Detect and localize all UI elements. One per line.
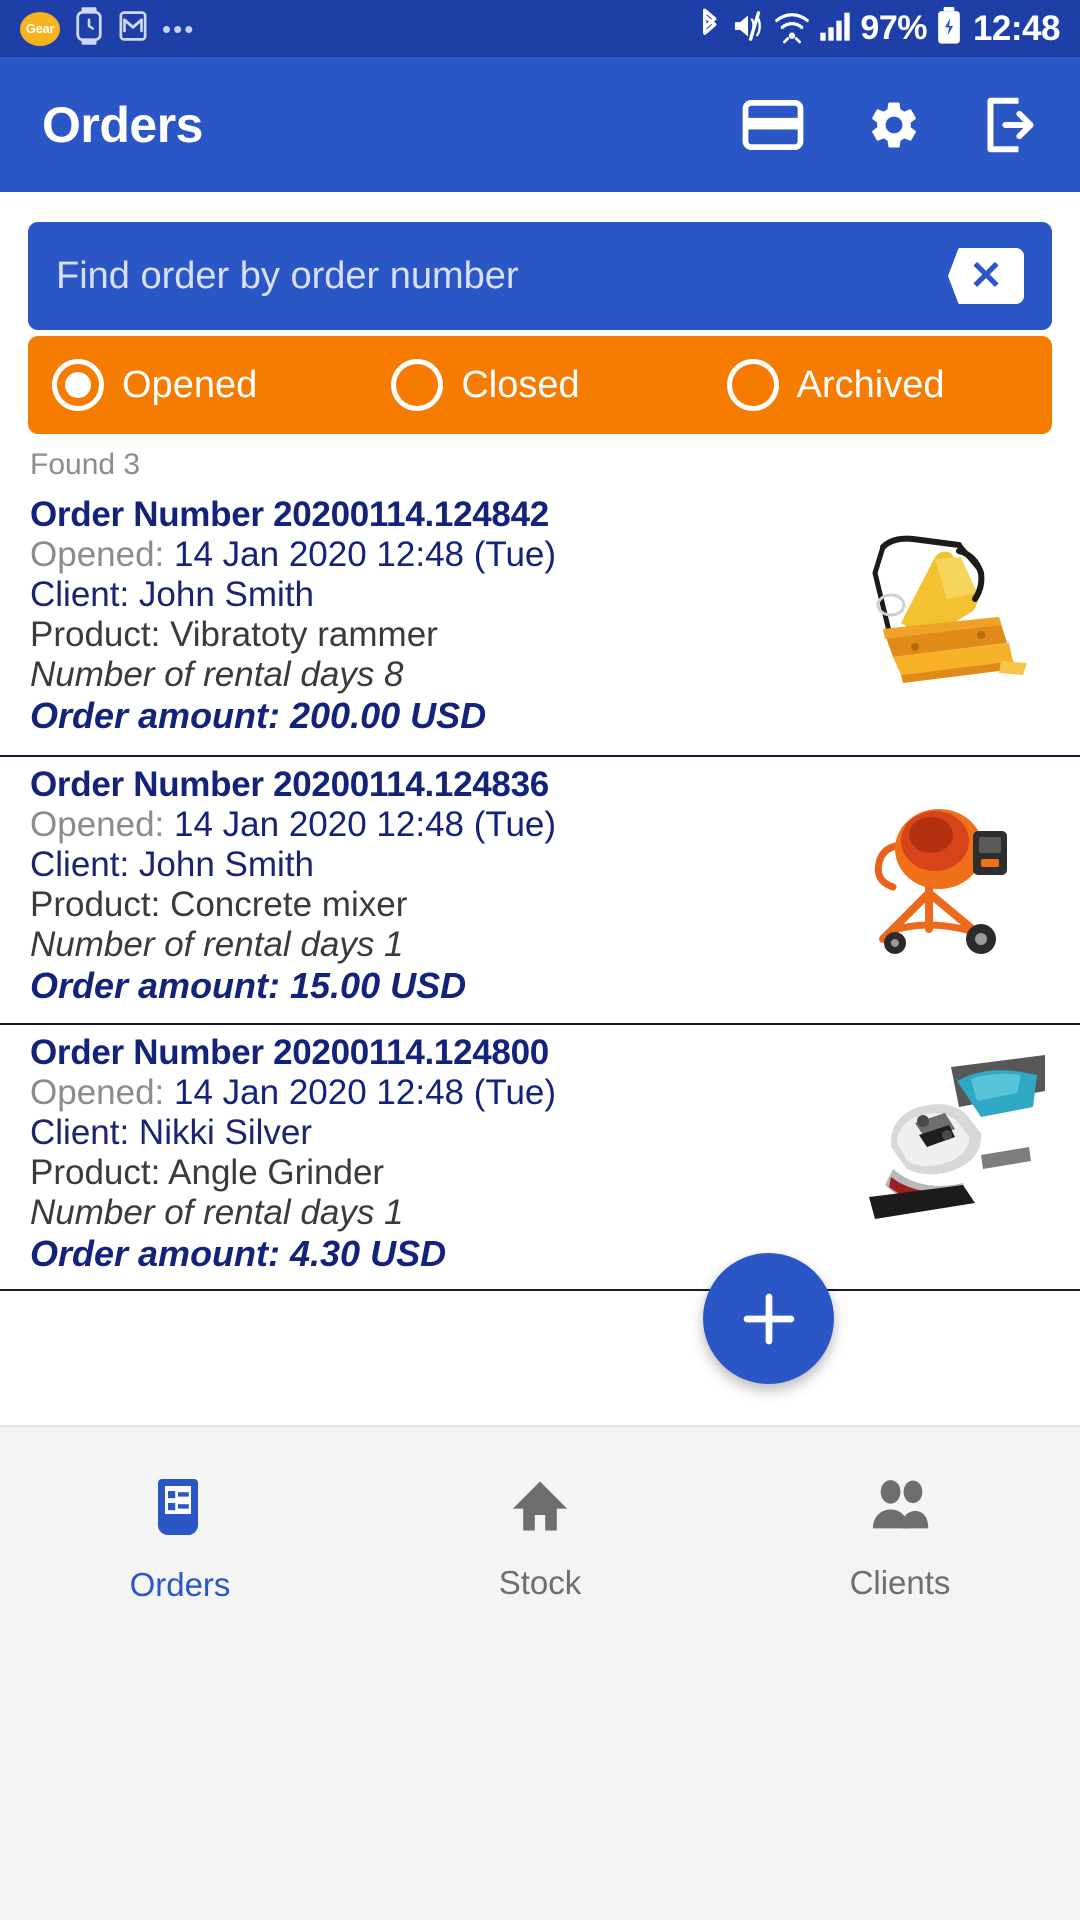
status-bar-left-icons: Gear ••• [20,7,195,50]
radio-option-archived[interactable]: Archived [717,359,1052,411]
exit-icon[interactable] [984,97,1038,153]
order-number: Order Number 20200114.124842 [30,495,549,534]
table-row[interactable]: Order Number 20200114.124842 Opened: 14 … [0,487,1080,755]
nav-item-stock[interactable]: Stock [360,1475,720,1602]
battery-percent-label: 97% [860,9,927,47]
card-icon[interactable] [742,99,804,150]
gear-badge-icon: Gear [20,11,60,46]
battery-icon [936,7,962,50]
order-product: Product: Angle Grinder [30,1152,385,1192]
people-icon [867,1475,933,1542]
order-number: Order Number 20200114.124800 [30,1033,549,1072]
order-opened-value: 14 Jan 2020 12:48 (Tue) [174,534,557,574]
order-opened-value: 14 Jan 2020 12:48 (Tue) [174,804,557,844]
radio-closed-label: Closed [461,363,580,406]
clear-search-button[interactable]: ✕ [948,248,1024,304]
signal-icon [819,9,851,48]
app-bar-actions [742,97,1038,153]
order-opened-row: Opened: 14 Jan 2020 12:48 (Tue) [30,1073,690,1113]
radio-closed-icon[interactable] [391,359,444,411]
bluetooth-icon [696,6,722,51]
clock-label: 12:48 [972,8,1061,48]
app-screen: Gear ••• 97% 12:48 Orders Find order by … [0,0,1080,1920]
order-product: Product: Vibratoty rammer [30,614,438,654]
orders-list: Order Number 20200114.124842 Opened: 14 … [0,487,1080,1291]
orders-receipt-icon [149,1475,211,1544]
order-details: Order Number 20200114.124836 Opened: 14 … [30,765,690,1008]
overflow-dots-icon: ••• [162,13,196,44]
mute-icon [731,8,765,49]
order-amount: Order amount: 200.00 USD [30,695,487,737]
watch-icon [74,7,104,50]
radio-option-opened[interactable]: Opened [28,359,377,411]
order-opened-label: Opened: [30,1072,165,1112]
nav-item-clients[interactable]: Clients [720,1475,1080,1602]
order-details: Order Number 20200114.124842 Opened: 14 … [30,495,690,738]
gear-icon[interactable] [866,97,922,153]
concrete-mixer-image [831,783,1046,968]
nav-label-orders: Orders [129,1566,231,1603]
gmail-icon [118,9,148,48]
nav-item-orders[interactable]: Orders [0,1475,360,1604]
home-icon [509,1475,571,1542]
radio-opened-label: Opened [122,363,258,406]
order-rental-days: Number of rental days 1 [30,924,404,964]
radio-archived-icon[interactable] [726,359,779,411]
page-title: Orders [42,96,203,153]
status-bar-right-icons: 97% 12:48 [696,6,1061,51]
radio-option-closed[interactable]: Closed [377,359,716,411]
order-rental-days: Number of rental days 8 [30,654,404,694]
angle-grinder-image [831,1051,1046,1236]
nav-label-clients: Clients [849,1564,951,1601]
order-number: Order Number 20200114.124836 [30,765,549,804]
order-opened-row: Opened: 14 Jan 2020 12:48 (Tue) [30,805,690,845]
search-bar[interactable]: Find order by order number ✕ [28,222,1052,330]
radio-opened-icon[interactable] [52,359,104,411]
order-amount: Order amount: 15.00 USD [30,965,467,1007]
table-row[interactable]: Order Number 20200114.124836 Opened: 14 … [0,755,1080,1023]
order-amount: Order amount: 4.30 USD [30,1233,447,1275]
radio-opened-dot [65,372,91,398]
order-product: Product: Concrete mixer [30,884,408,924]
order-opened-label: Opened: [30,534,165,574]
radio-archived-label: Archived [796,363,945,406]
order-client: Client: John Smith [30,844,315,884]
wifi-icon [774,8,810,49]
status-bar: Gear ••• 97% 12:48 [0,0,1080,57]
order-opened-row: Opened: 14 Jan 2020 12:48 (Tue) [30,535,690,575]
order-opened-value: 14 Jan 2020 12:48 (Tue) [174,1072,557,1112]
plus-icon [743,1293,794,1344]
order-client: Client: John Smith [30,574,315,614]
app-bar: Orders [0,57,1080,192]
vibratory-rammer-image [831,513,1046,698]
order-rental-days: Number of rental days 1 [30,1192,404,1232]
order-opened-label: Opened: [30,804,165,844]
add-order-button[interactable] [703,1253,834,1384]
table-row[interactable]: Order Number 20200114.124800 Opened: 14 … [0,1023,1080,1291]
search-input[interactable]: Find order by order number [56,255,519,298]
nav-label-stock: Stock [498,1564,582,1601]
content-area: Find order by order number ✕ Opened Clos… [0,192,1080,1425]
order-client: Client: Nikki Silver [30,1112,312,1152]
bottom-navigation: Orders Stock Clients [0,1425,1080,1920]
results-count-label: Found 3 [30,448,141,481]
order-details: Order Number 20200114.124800 Opened: 14 … [30,1033,690,1276]
status-filter-group: Opened Closed Archived [28,336,1052,434]
